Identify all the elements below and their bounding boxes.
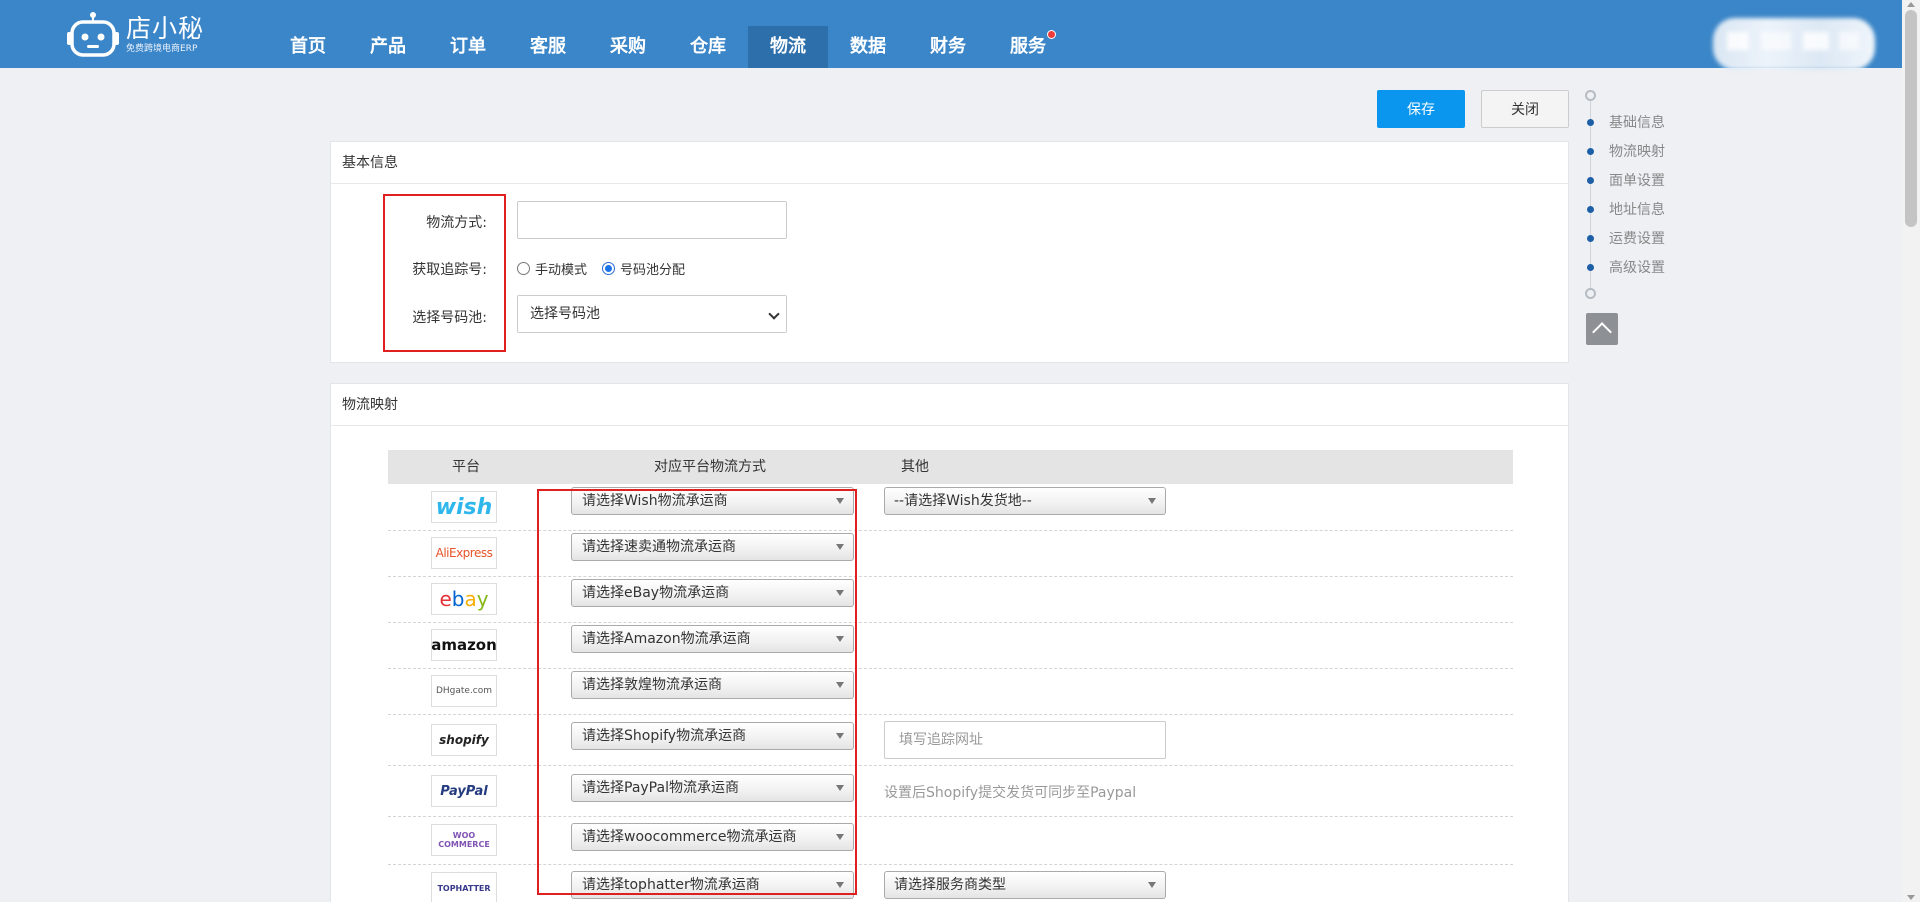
wish-origin-select-value: --请选择Wish发货地-- bbox=[894, 493, 1032, 509]
anchor-logistics-mapping[interactable]: 物流映射 bbox=[1580, 141, 1665, 161]
anchor-freight-settings[interactable]: 运费设置 bbox=[1580, 228, 1665, 248]
shopify-logo: shopify bbox=[431, 724, 497, 756]
radio-pool-allocation[interactable]: 号码池分配 bbox=[602, 259, 685, 278]
wish-origin-select[interactable]: --请选择Wish发货地-- bbox=[884, 487, 1166, 515]
anchor-label: 运费设置 bbox=[1609, 231, 1665, 247]
anchor-basic-info[interactable]: 基础信息 bbox=[1580, 112, 1665, 132]
save-button[interactable]: 保存 bbox=[1377, 90, 1465, 128]
anchor-start-ring-icon bbox=[1585, 90, 1596, 101]
tophatter-logo: TOPHATTER bbox=[431, 872, 497, 902]
scroll-down-arrow-icon[interactable] bbox=[1907, 895, 1915, 900]
amazon-logo: amazon bbox=[431, 629, 497, 661]
anchor-dot-icon bbox=[1587, 234, 1594, 242]
header-method: 对应平台物流方式 bbox=[654, 459, 766, 475]
service-type-select[interactable]: 请选择服务商类型 bbox=[884, 871, 1166, 899]
anchor-address-info[interactable]: 地址信息 bbox=[1580, 199, 1665, 219]
page-scrollbar[interactable] bbox=[1902, 0, 1920, 902]
scroll-up-arrow-icon[interactable] bbox=[1907, 2, 1915, 7]
logistics-mapping-panel: 物流映射 平台 对应平台物流方式 其他 wish 请选择Wish物流承运商 --… bbox=[330, 383, 1569, 902]
aliexpress-logo: AliExpress bbox=[431, 537, 497, 569]
radio-manual-label: 手动模式 bbox=[535, 263, 588, 278]
highlight-box-basic-labels bbox=[383, 194, 506, 352]
anchor-label: 面单设置 bbox=[1609, 173, 1665, 189]
robot-logo-icon bbox=[66, 11, 120, 59]
logistics-method-input[interactable] bbox=[517, 201, 787, 239]
radio-circle[interactable] bbox=[517, 262, 530, 275]
anchor-label: 物流映射 bbox=[1609, 144, 1665, 160]
woocommerce-logo: WOO COMMERCE bbox=[431, 824, 497, 856]
basic-info-panel: 基本信息 物流方式: 获取追踪号: 手动模式 号码池分配 选择号码池: 选择号码… bbox=[330, 141, 1569, 363]
nav-item-customer-service[interactable]: 客服 bbox=[508, 26, 588, 68]
basic-info-title: 基本信息 bbox=[331, 142, 1568, 184]
nav-item-services-label: 服务 bbox=[1010, 36, 1046, 57]
anchor-dot-icon bbox=[1587, 147, 1594, 155]
nav-item-finance[interactable]: 财务 bbox=[908, 26, 988, 68]
caret-down-icon bbox=[1148, 882, 1156, 888]
anchor-label: 地址信息 bbox=[1609, 202, 1665, 218]
tracking-url-input[interactable]: 填写追踪网址 bbox=[884, 721, 1166, 759]
paypal-sync-hint: 设置后Shopify提交发货可同步至Paypal bbox=[884, 785, 1137, 801]
user-account-area[interactable] bbox=[1713, 18, 1875, 70]
tracking-mode-radio-group: 手动模式 号码池分配 bbox=[517, 259, 700, 278]
anchor-advanced-settings[interactable]: 高级设置 bbox=[1580, 257, 1665, 277]
logistics-mapping-title: 物流映射 bbox=[331, 384, 1568, 426]
nav-item-data[interactable]: 数据 bbox=[828, 26, 908, 68]
anchor-dot-icon bbox=[1587, 176, 1594, 184]
dhgate-logo: DHgate.com bbox=[431, 675, 497, 707]
anchor-end-ring-icon bbox=[1585, 288, 1596, 299]
scrollbar-thumb[interactable] bbox=[1905, 10, 1917, 227]
brand-name: 店小秘 bbox=[126, 14, 205, 43]
number-pool-select-value: 选择号码池 bbox=[530, 306, 600, 322]
anchor-dot-icon bbox=[1587, 205, 1594, 213]
anchor-label: 高级设置 bbox=[1609, 260, 1665, 276]
radio-manual-mode[interactable]: 手动模式 bbox=[517, 259, 587, 278]
nav-item-warehouse[interactable]: 仓库 bbox=[668, 26, 748, 68]
anchor-label: 基础信息 bbox=[1609, 115, 1665, 131]
chevron-down-icon bbox=[768, 308, 780, 320]
header-other: 其他 bbox=[901, 459, 929, 475]
chevron-up-icon[interactable] bbox=[1586, 313, 1618, 345]
wish-logo: wish bbox=[431, 491, 497, 523]
brand-subtitle: 免费跨境电商ERP bbox=[126, 44, 198, 54]
mapping-table-header: 平台 对应平台物流方式 其他 bbox=[388, 450, 1513, 484]
brand-text: 店小秘 免费跨境电商ERP bbox=[126, 15, 204, 55]
anchor-dot-icon bbox=[1587, 263, 1594, 271]
paypal-logo: PayPal bbox=[431, 775, 497, 807]
nav-item-services[interactable]: 服务 bbox=[988, 26, 1068, 68]
main-nav: 首页 产品 订单 客服 采购 仓库 物流 数据 财务 服务 bbox=[268, 26, 1068, 68]
ebay-logo: ebay bbox=[431, 583, 497, 615]
nav-item-orders[interactable]: 订单 bbox=[428, 26, 508, 68]
service-type-select-value: 请选择服务商类型 bbox=[894, 877, 1006, 893]
nav-item-logistics[interactable]: 物流 bbox=[748, 26, 828, 68]
radio-circle-selected[interactable] bbox=[602, 262, 616, 275]
anchor-dot-icon bbox=[1587, 118, 1594, 126]
header-platform: 平台 bbox=[452, 459, 480, 475]
close-button[interactable]: 关闭 bbox=[1481, 90, 1569, 128]
top-navigation-bar: 店小秘 免费跨境电商ERP 首页 产品 订单 客服 采购 仓库 物流 数据 财务… bbox=[0, 0, 1920, 70]
nav-item-purchasing[interactable]: 采购 bbox=[588, 26, 668, 68]
caret-down-icon bbox=[1148, 498, 1156, 504]
number-pool-select[interactable]: 选择号码池 bbox=[517, 295, 787, 333]
highlight-box-carrier-selects bbox=[537, 489, 857, 895]
nav-item-products[interactable]: 产品 bbox=[348, 26, 428, 68]
anchor-label-settings[interactable]: 面单设置 bbox=[1580, 170, 1665, 190]
notification-dot-icon bbox=[1047, 30, 1056, 39]
nav-item-home[interactable]: 首页 bbox=[268, 26, 348, 68]
radio-pool-label: 号码池分配 bbox=[620, 263, 686, 278]
brand-logo[interactable]: 店小秘 免费跨境电商ERP bbox=[66, 10, 216, 60]
